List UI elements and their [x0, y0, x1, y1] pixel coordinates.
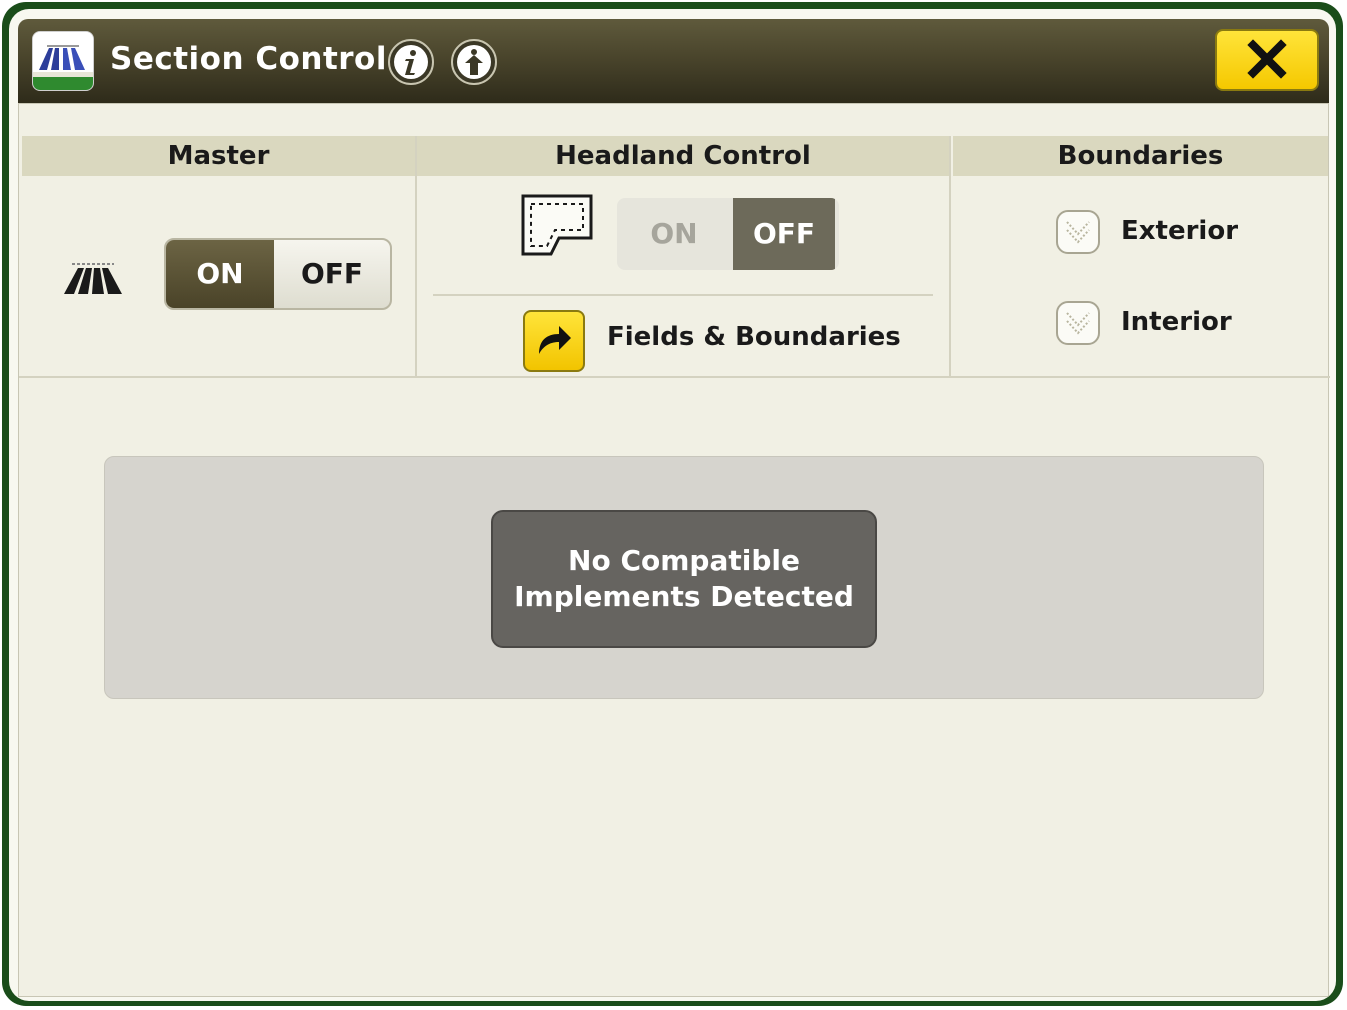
status-message-line2: Implements Detected [514, 580, 854, 613]
divider [433, 294, 933, 296]
status-message: No Compatible Implements Detected [491, 510, 877, 648]
master-section: Master ON OFF [22, 136, 417, 376]
status-message-line1: No Compatible [568, 544, 800, 577]
section-control-icon [64, 263, 122, 294]
fields-boundaries-link[interactable]: Fields & Boundaries [607, 322, 901, 352]
headland-on-option[interactable]: ON [617, 198, 731, 270]
interior-label: Interior [1121, 307, 1232, 337]
exterior-checkbox[interactable] [1056, 210, 1100, 254]
boundaries-section: Boundaries Exterior Interior [953, 136, 1328, 376]
info-button[interactable] [388, 39, 434, 85]
headland-section: Headland Control ON OFF Fields & Boundar… [417, 136, 951, 376]
page-title: Section Control [110, 41, 387, 77]
boundaries-heading: Boundaries [953, 136, 1328, 176]
section-control-app-icon [32, 31, 94, 91]
title-bar: Section Control [18, 19, 1329, 103]
window: Section Control Master ON OFF Headland C… [9, 9, 1336, 1001]
display-frame: Section Control Master ON OFF Headland C… [2, 2, 1343, 1006]
info-icon [405, 50, 416, 75]
master-heading: Master [22, 136, 415, 176]
headland-toggle[interactable]: ON OFF [617, 198, 839, 270]
headland-boundary-icon [521, 194, 593, 256]
checkbox-icon [1066, 312, 1090, 335]
master-on-option[interactable]: ON [166, 240, 274, 308]
checkbox-icon [1066, 221, 1090, 244]
fields-boundaries-link-button[interactable] [523, 310, 585, 372]
headland-heading: Headland Control [417, 136, 949, 176]
arrow-forward-icon [539, 326, 571, 354]
exterior-label: Exterior [1121, 216, 1239, 246]
help-icon [465, 49, 483, 75]
implements-panel: No Compatible Implements Detected [104, 456, 1264, 699]
close-icon [1247, 39, 1287, 79]
headland-off-option[interactable]: OFF [733, 198, 835, 270]
close-button[interactable] [1215, 29, 1319, 91]
help-button[interactable] [451, 39, 497, 85]
master-toggle[interactable]: ON OFF [164, 238, 392, 310]
master-off-option[interactable]: OFF [274, 240, 390, 308]
content-area: Master ON OFF Headland Control ON OFF Fi… [18, 103, 1330, 997]
section-divider [19, 376, 1330, 378]
interior-checkbox[interactable] [1056, 301, 1100, 345]
